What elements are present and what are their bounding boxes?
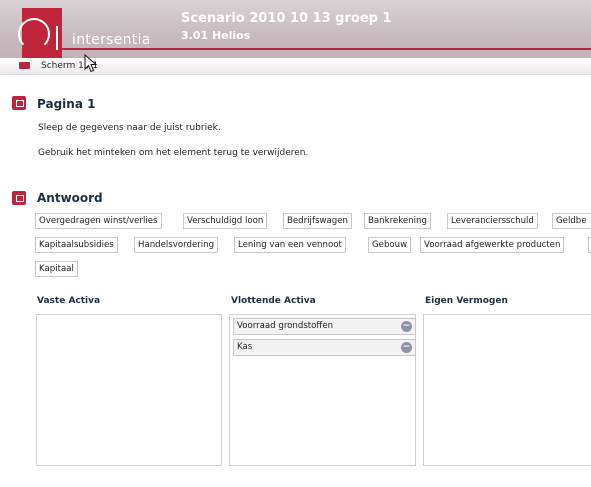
drag-item[interactable]: Lening van een vennoot [234,237,346,253]
drag-item[interactable]: Overgedragen winst/verlies [35,213,162,229]
minus-circle-icon[interactable]: − [401,321,412,332]
scenario-title: Scenario 2010 10 13 groep 1 [181,11,392,26]
drag-item[interactable]: Verschuldigd loon [183,213,268,229]
dropped-item-label: Kas [237,342,253,352]
dropzone-vaste-activa[interactable] [36,314,222,466]
instruction-drag: Sleep de gegevens naar de juist rubriek. [38,123,221,133]
drag-item[interactable]: Bankrekening [364,213,431,229]
drag-item[interactable]: Voorraad afgewerkte producten [420,237,565,253]
column-header-vlottende-activa: Vlottende Activa [231,296,316,306]
screen-icon[interactable] [19,62,30,69]
column-header-vaste-activa: Vaste Activa [37,296,101,306]
header-divider [60,48,591,50]
brand-name: intersentia [72,32,151,48]
drag-item[interactable]: Handelsvordering [134,237,219,253]
dropzone-eigen-vermogen[interactable] [423,314,591,466]
drag-item[interactable]: Kapitaal [35,261,78,277]
page-title: Pagina 1 [37,97,96,111]
section-flag-icon [12,191,26,205]
scenario-subtitle: 3.01 Helios [181,29,251,42]
dropped-item[interactable]: Kas − [233,339,416,356]
app-header: intersentia Scenario 2010 10 13 groep 1 … [0,0,591,58]
logo-circle-icon [18,18,50,50]
dropped-item-label: Voorraad grondstoffen [237,321,334,331]
dropped-item[interactable]: Voorraad grondstoffen − [233,318,416,335]
logo-bar-icon [56,26,58,50]
answer-title: Antwoord [37,191,103,205]
section-flag-icon [12,96,26,110]
instruction-remove: Gebruik het minteken om het element teru… [38,148,309,158]
drag-item[interactable]: Gebouw [368,237,412,253]
drag-item[interactable]: Kapitaalsubsidies [35,237,118,253]
column-header-eigen-vermogen: Eigen Vermogen [425,296,508,306]
drag-item[interactable]: Geldbe [552,213,591,229]
drag-item[interactable]: Bedrijfswagen [283,213,352,229]
drag-item[interactable]: Leveranciersschuld [447,213,538,229]
minus-circle-icon[interactable]: − [401,342,412,353]
mouse-pointer-icon [84,54,98,73]
dropzone-vlottende-activa[interactable]: Voorraad grondstoffen − Kas − [229,314,416,466]
